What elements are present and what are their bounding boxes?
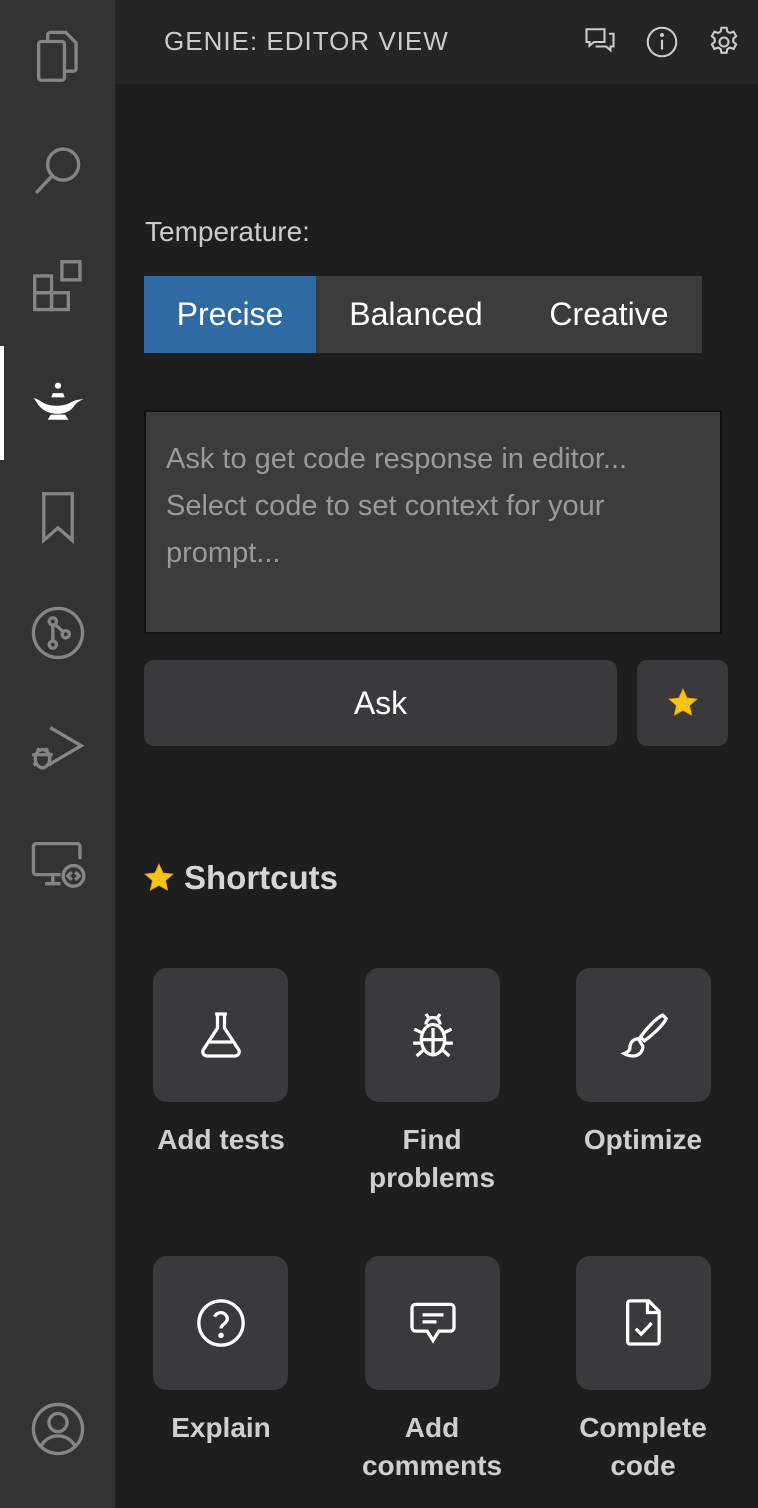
search-icon[interactable] xyxy=(0,114,115,228)
shortcut-label: Add comments xyxy=(337,1409,527,1485)
info-icon[interactable] xyxy=(642,22,682,62)
shortcut-label-line: Find xyxy=(402,1124,462,1155)
prompt-placeholder-line: Ask to get code response in editor... xyxy=(166,443,628,475)
shortcut-label-line: Add xyxy=(404,1412,460,1443)
star-icon xyxy=(667,688,698,717)
chat-feedback-icon[interactable] xyxy=(580,22,620,62)
temperature-precise-button[interactable]: Precise xyxy=(144,276,316,353)
shortcut-label-line: problems xyxy=(368,1162,496,1193)
genie-panel: GENIE: EDITOR VIEW Temperature: Precise … xyxy=(115,0,758,1508)
shortcut-label-line: comments xyxy=(361,1450,503,1481)
comment-icon xyxy=(409,1302,456,1344)
shortcut-label: Complete code xyxy=(548,1409,738,1485)
flask-icon xyxy=(200,1012,241,1058)
temperature-selector: Precise Balanced Creative xyxy=(144,276,702,353)
shortcut-label: Add tests xyxy=(126,1121,316,1159)
settings-gear-icon[interactable] xyxy=(704,22,744,62)
panel-title: GENIE: EDITOR VIEW xyxy=(164,26,449,56)
panel-body: Temperature: Precise Balanced Creative A… xyxy=(115,84,758,1508)
add-tests-button[interactable] xyxy=(153,968,288,1102)
source-control-icon[interactable] xyxy=(0,576,115,690)
add-comments-button[interactable] xyxy=(365,1256,500,1390)
account-icon[interactable] xyxy=(0,1372,115,1486)
extensions-icon[interactable] xyxy=(0,228,115,342)
shortcut-label-line: Add tests xyxy=(157,1124,285,1155)
find-problems-button[interactable] xyxy=(365,968,500,1102)
complete-code-button[interactable] xyxy=(576,1256,711,1390)
shortcut-label: Optimize xyxy=(548,1121,738,1159)
run-debug-icon[interactable] xyxy=(0,690,115,804)
shortcuts-title: Shortcuts xyxy=(184,859,339,896)
optimize-button[interactable] xyxy=(576,968,711,1102)
shortcuts-heading: Shortcuts xyxy=(142,856,338,900)
bug-icon xyxy=(412,1013,453,1058)
temperature-label: Temperature: xyxy=(145,216,310,247)
file-check-icon xyxy=(625,1299,661,1346)
shortcut-label-line: Explain xyxy=(171,1412,271,1443)
star-icon xyxy=(144,863,174,892)
shortcut-label-line: Optimize xyxy=(583,1124,703,1155)
paintbrush-icon xyxy=(619,1013,668,1058)
shortcut-label: Find problems xyxy=(337,1121,527,1197)
explorer-icon[interactable] xyxy=(0,0,115,114)
ask-button[interactable]: Ask xyxy=(144,660,617,746)
activity-bar xyxy=(0,0,115,1508)
remote-explorer-icon[interactable] xyxy=(0,806,115,920)
favorite-shortcut-button[interactable] xyxy=(637,660,728,746)
shortcut-label-line: code xyxy=(610,1450,676,1481)
shortcut-label-line: Complete xyxy=(579,1412,707,1443)
prompt-placeholder-line: prompt... xyxy=(166,537,281,569)
shortcut-label: Explain xyxy=(126,1409,316,1447)
prompt-input[interactable]: Ask to get code response in editor... Se… xyxy=(144,410,722,634)
question-icon xyxy=(196,1299,245,1347)
temperature-balanced-button[interactable]: Balanced xyxy=(316,276,516,353)
genie-lamp-icon[interactable] xyxy=(0,346,115,460)
panel-header: GENIE: EDITOR VIEW xyxy=(115,0,758,84)
bookmark-icon[interactable] xyxy=(0,460,115,574)
temperature-creative-button[interactable]: Creative xyxy=(516,276,702,353)
prompt-placeholder-line: Select code to set context for your xyxy=(166,490,605,522)
explain-button[interactable] xyxy=(153,1256,288,1390)
